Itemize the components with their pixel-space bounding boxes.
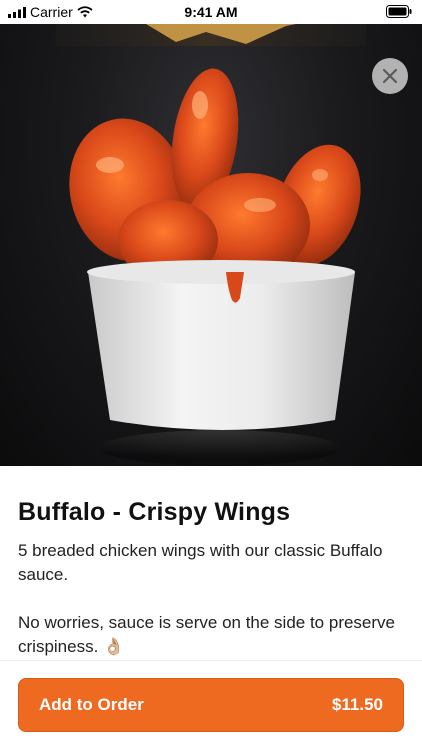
- battery-icon: [386, 5, 412, 18]
- product-description: 5 breaded chicken wings with our classic…: [18, 541, 383, 584]
- close-button[interactable]: [372, 58, 408, 94]
- status-bar: Carrier 9:41 AM: [0, 0, 422, 24]
- add-to-order-label: Add to Order: [39, 695, 144, 714]
- status-time: 9:41 AM: [184, 4, 238, 20]
- previous-card-peek: [56, 24, 366, 46]
- add-to-order-button[interactable]: Add to Order $11.50: [18, 678, 404, 732]
- product-title: Buffalo - Crispy Wings: [18, 498, 291, 526]
- price-label: $11.50: [331, 695, 383, 714]
- wings-bucket-illustration: [69, 68, 361, 466]
- product-image: [0, 0, 422, 466]
- product-details: Buffalo - Crispy Wings 5 breaded chicken…: [18, 498, 398, 659]
- product-note: No worries, sauce is serve on the side t…: [18, 613, 396, 656]
- footer-divider: [0, 660, 422, 661]
- close-icon: [382, 68, 398, 84]
